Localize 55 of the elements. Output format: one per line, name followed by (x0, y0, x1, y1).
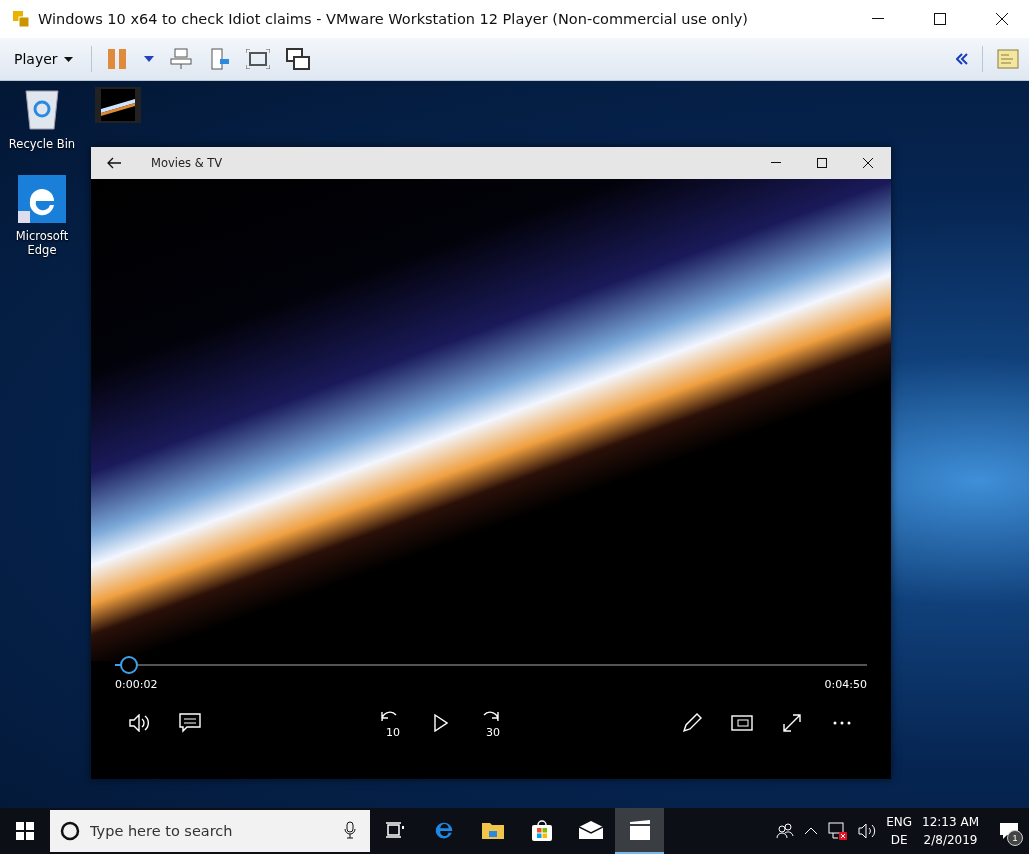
task-view-icon (385, 822, 404, 838)
play-icon (434, 714, 448, 732)
recycle-bin-icon (22, 87, 62, 131)
mini-view-icon (731, 715, 753, 731)
maximize-icon (817, 158, 827, 168)
keyboard-layout[interactable]: DE (890, 831, 908, 849)
taskbar-app-button[interactable] (615, 808, 664, 854)
close-icon (863, 158, 873, 168)
close-icon (996, 13, 1008, 25)
network-disconnected-icon[interactable] (828, 822, 849, 840)
dropdown-button[interactable] (141, 54, 156, 64)
windows-logo-icon (16, 822, 34, 840)
desktop-icon-label[interactable]: Microsoft Edge (7, 229, 77, 257)
chevron-up-icon[interactable] (804, 827, 819, 835)
more-dots-icon (833, 721, 851, 725)
diagonal-arrows-icon (782, 713, 802, 733)
minimize-icon (771, 162, 781, 164)
clock-date[interactable]: 2/8/2019 (923, 831, 978, 849)
envelope-icon (578, 821, 603, 839)
caret-icon (143, 56, 154, 62)
people-icon[interactable] (776, 823, 795, 839)
cortana-circle-icon (60, 821, 80, 841)
skip-back-button[interactable]: 10 (366, 707, 416, 739)
network-devices-icon[interactable] (167, 46, 194, 72)
clapperboard-icon (628, 820, 651, 840)
pause-icon (105, 49, 128, 69)
elapsed-time: 0:00:02 (115, 678, 158, 691)
collapse-chevrons-icon[interactable] (954, 51, 970, 67)
back-arrow-icon (107, 157, 121, 169)
minimize-icon (872, 18, 884, 20)
folder-icon (481, 821, 504, 839)
app-title: Movies & TV (151, 156, 224, 170)
total-duration: 0:04:50 (824, 678, 867, 691)
shopping-bag-icon (530, 819, 553, 841)
maximize-icon (934, 13, 946, 25)
pencil-icon (682, 713, 702, 733)
speaker-icon[interactable] (858, 823, 877, 839)
action-center-button[interactable]: 1 (989, 808, 1029, 854)
desktop-icon-label[interactable]: Recycle Bin (7, 137, 77, 151)
skip-forward-button[interactable]: 30 (466, 707, 516, 739)
notification-count: 1 (1007, 830, 1023, 846)
input-language[interactable]: ENG (886, 813, 913, 831)
vmware-logo-icon (12, 10, 30, 28)
speech-bubble-icon (179, 713, 201, 733)
unity-windows-icon[interactable] (283, 46, 312, 72)
caret-icon (63, 56, 73, 62)
window-title: Windows 10 x64 to check Idiot claims - VMware Workstation 12 Player (Non-commercial use only) (38, 11, 749, 27)
microphone-icon[interactable] (344, 821, 356, 839)
speaker-icon (129, 714, 151, 732)
full-screen-icon[interactable] (243, 47, 272, 71)
video-file-icon (95, 87, 141, 123)
edge-shortcut-icon (18, 175, 66, 223)
search-field[interactable]: Type here to search (50, 810, 370, 852)
player-menu-button[interactable]: Player (8, 47, 79, 71)
clock-time[interactable]: 12:13 AM (922, 813, 979, 831)
